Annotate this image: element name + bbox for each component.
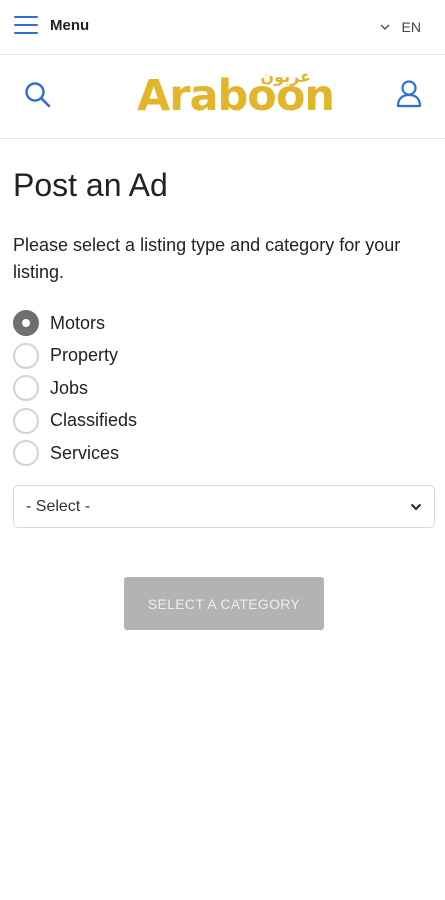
menu-button[interactable]: Menu	[14, 16, 89, 34]
radio-label: Property	[50, 345, 119, 366]
araboon-logo[interactable]: عربون Araboon	[135, 67, 335, 127]
site-header: عربون Araboon	[0, 55, 445, 139]
radio-button[interactable]	[13, 407, 39, 434]
listing-type-services[interactable]: Services	[13, 437, 137, 470]
listing-type-group: Motors Property Jobs Classifieds Service…	[13, 307, 137, 470]
category-select-value: - Select -	[26, 498, 91, 515]
radio-label: Services	[50, 442, 120, 463]
chevron-down-icon	[410, 503, 422, 511]
top-bar: Menu EN	[0, 0, 445, 55]
radio-label: Motors	[50, 312, 106, 333]
radio-button-checked[interactable]	[13, 310, 39, 337]
select-category-button-label: SELECT A CATEGORY	[147, 595, 301, 612]
hamburger-icon	[14, 16, 38, 34]
chevron-down-icon	[380, 23, 390, 30]
account-button[interactable]	[395, 79, 423, 109]
listing-type-jobs[interactable]: Jobs	[13, 372, 137, 405]
search-button[interactable]	[24, 81, 52, 109]
listing-type-motors[interactable]: Motors	[13, 307, 137, 340]
category-select[interactable]: - Select -	[13, 485, 435, 528]
select-category-button[interactable]: SELECT A CATEGORY	[124, 577, 324, 630]
radio-button[interactable]	[13, 440, 39, 467]
user-icon	[396, 80, 422, 108]
menu-label: Menu	[50, 16, 90, 34]
radio-button[interactable]	[13, 342, 39, 369]
radio-label: Jobs	[50, 377, 89, 398]
listing-type-classifieds[interactable]: Classifieds	[13, 405, 137, 438]
search-icon	[25, 82, 51, 108]
radio-label: Classifieds	[50, 410, 138, 431]
logo-latin-text: Araboon	[137, 71, 335, 121]
page-title: Post an Ad	[13, 167, 168, 203]
intro-text: Please select a listing type and categor…	[13, 235, 401, 282]
radio-button[interactable]	[13, 375, 39, 402]
language-label: EN	[401, 19, 421, 35]
listing-type-property[interactable]: Property	[13, 340, 137, 373]
language-selector[interactable]: EN	[380, 19, 421, 35]
